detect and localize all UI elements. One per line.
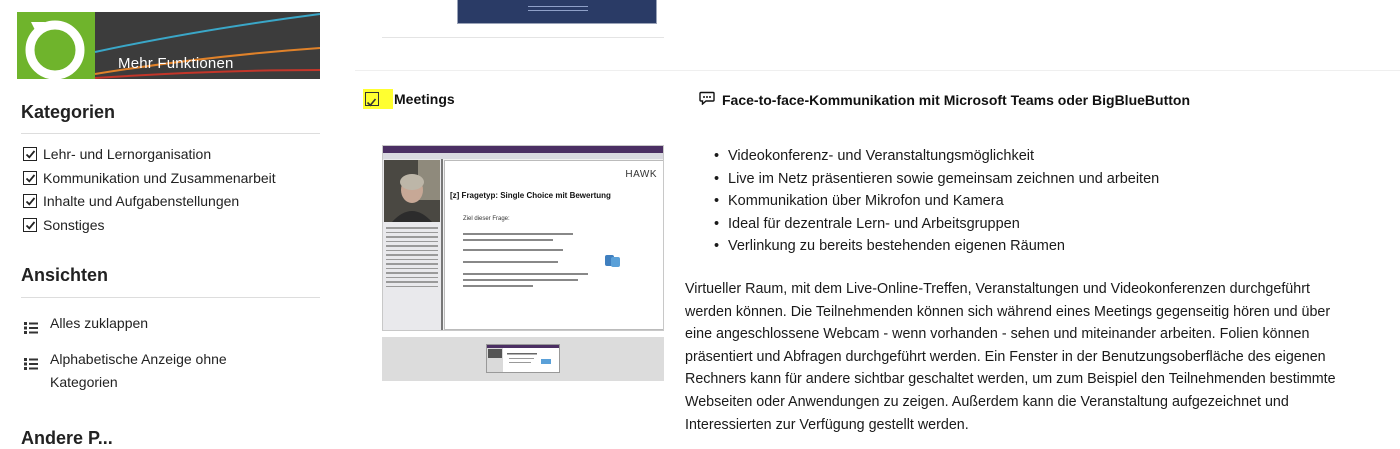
view-label-line2: Kategorien xyxy=(50,374,118,390)
slide-brand: HAWK xyxy=(625,169,657,180)
divider xyxy=(382,37,664,38)
checkbox-checked-icon[interactable] xyxy=(23,147,37,161)
category-filter-inhalte[interactable]: Inhalte und Aufgabenstellungen xyxy=(23,191,239,211)
divider xyxy=(355,70,1400,71)
category-filter-sonstiges[interactable]: Sonstiges xyxy=(23,215,104,235)
view-label: Alphabetische Anzeige ohne xyxy=(50,351,227,367)
screenshot-thumbnail[interactable] xyxy=(486,344,560,373)
category-label: Inhalte und Aufgabenstellungen xyxy=(43,193,240,209)
onlineted-logo xyxy=(605,253,651,267)
banner-label: Mehr Funktionen xyxy=(118,55,234,72)
more-functions-banner[interactable]: Mehr Funktionen xyxy=(17,12,320,79)
feature-description: Virtueller Raum, mit dem Live-Online-Tre… xyxy=(685,281,1336,433)
divider xyxy=(21,133,320,134)
category-label: Lehr- und Lernorganisation xyxy=(43,146,212,162)
previous-item-screenshot[interactable] xyxy=(457,0,657,24)
collapse-all-link[interactable]: Alles zuklappen xyxy=(24,312,148,341)
meetings-highlighted-checkbox[interactable] xyxy=(363,89,393,109)
meeting-screenshot-image[interactable]: HAWK [z] Fragetyp: Single Choice mit Bew… xyxy=(382,145,664,331)
view-label: Alles zuklappen xyxy=(50,315,149,331)
categories-heading: Kategorien xyxy=(21,102,116,122)
alphabetical-view-link[interactable]: Alphabetische Anzeige ohne Kategorien xyxy=(24,348,227,394)
checkbox-checked-icon[interactable] xyxy=(23,171,37,185)
category-filter-lehr-lernorganisation[interactable]: Lehr- und Lernorganisation xyxy=(23,144,211,164)
checkbox-checked-icon[interactable] xyxy=(365,92,379,107)
list-item: • Verlinkung zu bereits bestehenden eigen… xyxy=(714,238,1065,255)
list-item: • Ideal für dezentrale Lern- und Arbeitsg… xyxy=(714,215,1020,232)
category-label: Kommunikation und Zusammenarbeit xyxy=(43,170,276,186)
list-icon xyxy=(24,348,50,394)
list-icon xyxy=(24,312,50,341)
feature-title: Face-to-face-Kommunikation mit Microsoft… xyxy=(699,91,1190,108)
list-item: • Live im Netz präsentieren sowie gemeins… xyxy=(714,170,1160,187)
slide-question: [z] Fragetyp: Single Choice mit Bewertun… xyxy=(450,191,611,200)
presentation-slide: HAWK [z] Fragetyp: Single Choice mit Bew… xyxy=(444,160,663,330)
sidebar: Mehr Funktionen Kategorien Lehr- und Ler… xyxy=(0,0,340,448)
checkbox-checked-icon[interactable] xyxy=(23,194,37,208)
list-item: • Videokonferenz- und Veranstaltungsmögli… xyxy=(714,148,1035,164)
category-filter-kommunikation[interactable]: Kommunikation und Zusammenarbeit xyxy=(23,168,276,188)
views-heading: Ansichten xyxy=(21,265,109,285)
category-label: Sonstiges xyxy=(43,217,105,233)
feature-title-text: Face-to-face-Kommunikation mit Microsoft… xyxy=(722,91,1190,108)
screenshot-thumbnail-strip xyxy=(382,337,664,381)
chat-bubble-icon xyxy=(699,91,715,108)
chat-pane xyxy=(384,224,440,324)
divider xyxy=(21,297,320,298)
list-item: • Kommunikation über Mikrofon und Kamera xyxy=(714,193,1004,210)
checkbox-checked-icon[interactable] xyxy=(23,218,37,232)
webcam-video-image xyxy=(384,160,440,222)
slide-subtitle: Ziel dieser Frage: xyxy=(463,216,510,222)
item-title: Meetings xyxy=(394,91,455,107)
feature-bullet-list: • Videokonferenz- und Veranstaltungsmögli… xyxy=(714,145,1159,258)
